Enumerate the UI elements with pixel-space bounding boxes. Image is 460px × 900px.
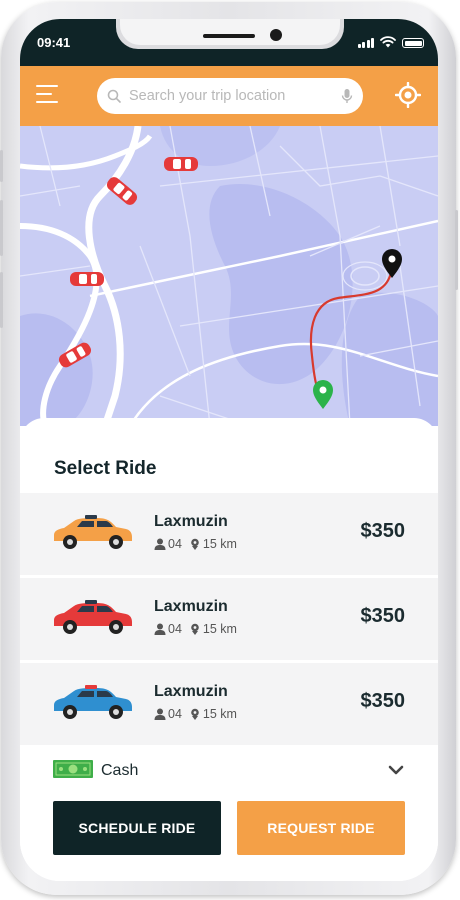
battery-icon [402,38,424,48]
ride-price: $350 [360,520,406,542]
wifi-icon [380,36,396,48]
car-icon [164,157,198,171]
sheet-title: Select Ride [54,458,157,479]
ride-sheet: Select Ride Laxmuzin 04 15 km $350 Laxmu… [20,418,438,881]
status-icons [357,36,424,48]
ride-price: $350 [360,690,406,712]
chevron-down-icon[interactable] [388,764,404,776]
payment-method-label: Cash [101,762,139,779]
notch [120,19,340,45]
mic-icon[interactable] [341,88,353,104]
status-time: 09:41 [37,35,71,50]
ride-distance: 15 km [202,622,237,636]
destination-pin-icon[interactable] [381,249,403,279]
signal-icon [357,38,374,48]
user-icon [154,708,166,720]
screen: 09:41 Search your trip location Select R… [20,19,438,881]
side-button [0,200,3,256]
car-icon [54,515,132,549]
origin-pin-icon[interactable] [312,380,334,410]
car-icon [54,600,132,634]
ride-meta: 04 15 km [154,707,237,721]
car-icon [54,685,132,719]
car-icon [70,272,104,286]
ride-name: Laxmuzin [154,683,228,700]
cash-icon [53,760,93,778]
location-icon [191,708,199,720]
camera [270,29,282,41]
ride-name: Laxmuzin [154,598,228,615]
ride-option[interactable]: Laxmuzin 04 15 km $350 [20,493,438,575]
map-view[interactable] [20,126,438,426]
speaker [203,34,255,38]
ride-option[interactable]: Laxmuzin 04 15 km $350 [20,578,438,660]
ride-seats: 04 [168,537,182,551]
payment-selector[interactable]: Cash [20,747,438,797]
ride-distance: 15 km [202,707,237,721]
ride-seats: 04 [168,622,182,636]
ride-seats: 04 [168,707,182,721]
status-bar: 09:41 [20,19,438,66]
search-bar[interactable] [97,78,363,114]
ride-price: $350 [360,605,406,627]
side-button [455,210,458,290]
side-button [0,272,3,328]
location-icon [191,538,199,550]
ride-distance: 15 km [202,537,237,551]
ride-meta: 04 15 km [154,622,237,636]
user-icon [154,538,166,550]
menu-icon[interactable] [36,85,58,103]
ride-meta: 04 15 km [154,537,237,551]
ride-name: Laxmuzin [154,513,228,530]
search-input[interactable] [127,87,341,105]
request-ride-button[interactable]: REQUEST RIDE [237,801,405,855]
locate-icon[interactable] [395,82,421,108]
user-icon [154,623,166,635]
side-button [0,150,3,182]
schedule-ride-button[interactable]: SCHEDULE RIDE [53,801,221,855]
location-icon [191,623,199,635]
search-icon [107,89,121,103]
app-header [20,66,438,126]
ride-option[interactable]: Laxmuzin 04 15 km $350 [20,663,438,745]
